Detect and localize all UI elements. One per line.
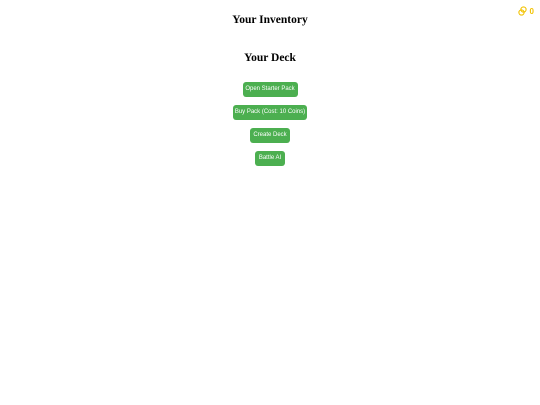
open-starter-pack-button[interactable]: Open Starter Pack: [242, 82, 298, 97]
deck-title: Your Deck: [244, 52, 296, 64]
battle-ai-button[interactable]: Battle AI: [255, 151, 285, 166]
inventory-title: Your Inventory: [232, 14, 308, 26]
create-deck-button[interactable]: Create Deck: [250, 128, 290, 143]
buy-pack-button[interactable]: Buy Pack (Cost: 10 Coins): [233, 105, 307, 120]
action-buttons: Open Starter Pack Buy Pack (Cost: 10 Coi…: [0, 82, 540, 174]
